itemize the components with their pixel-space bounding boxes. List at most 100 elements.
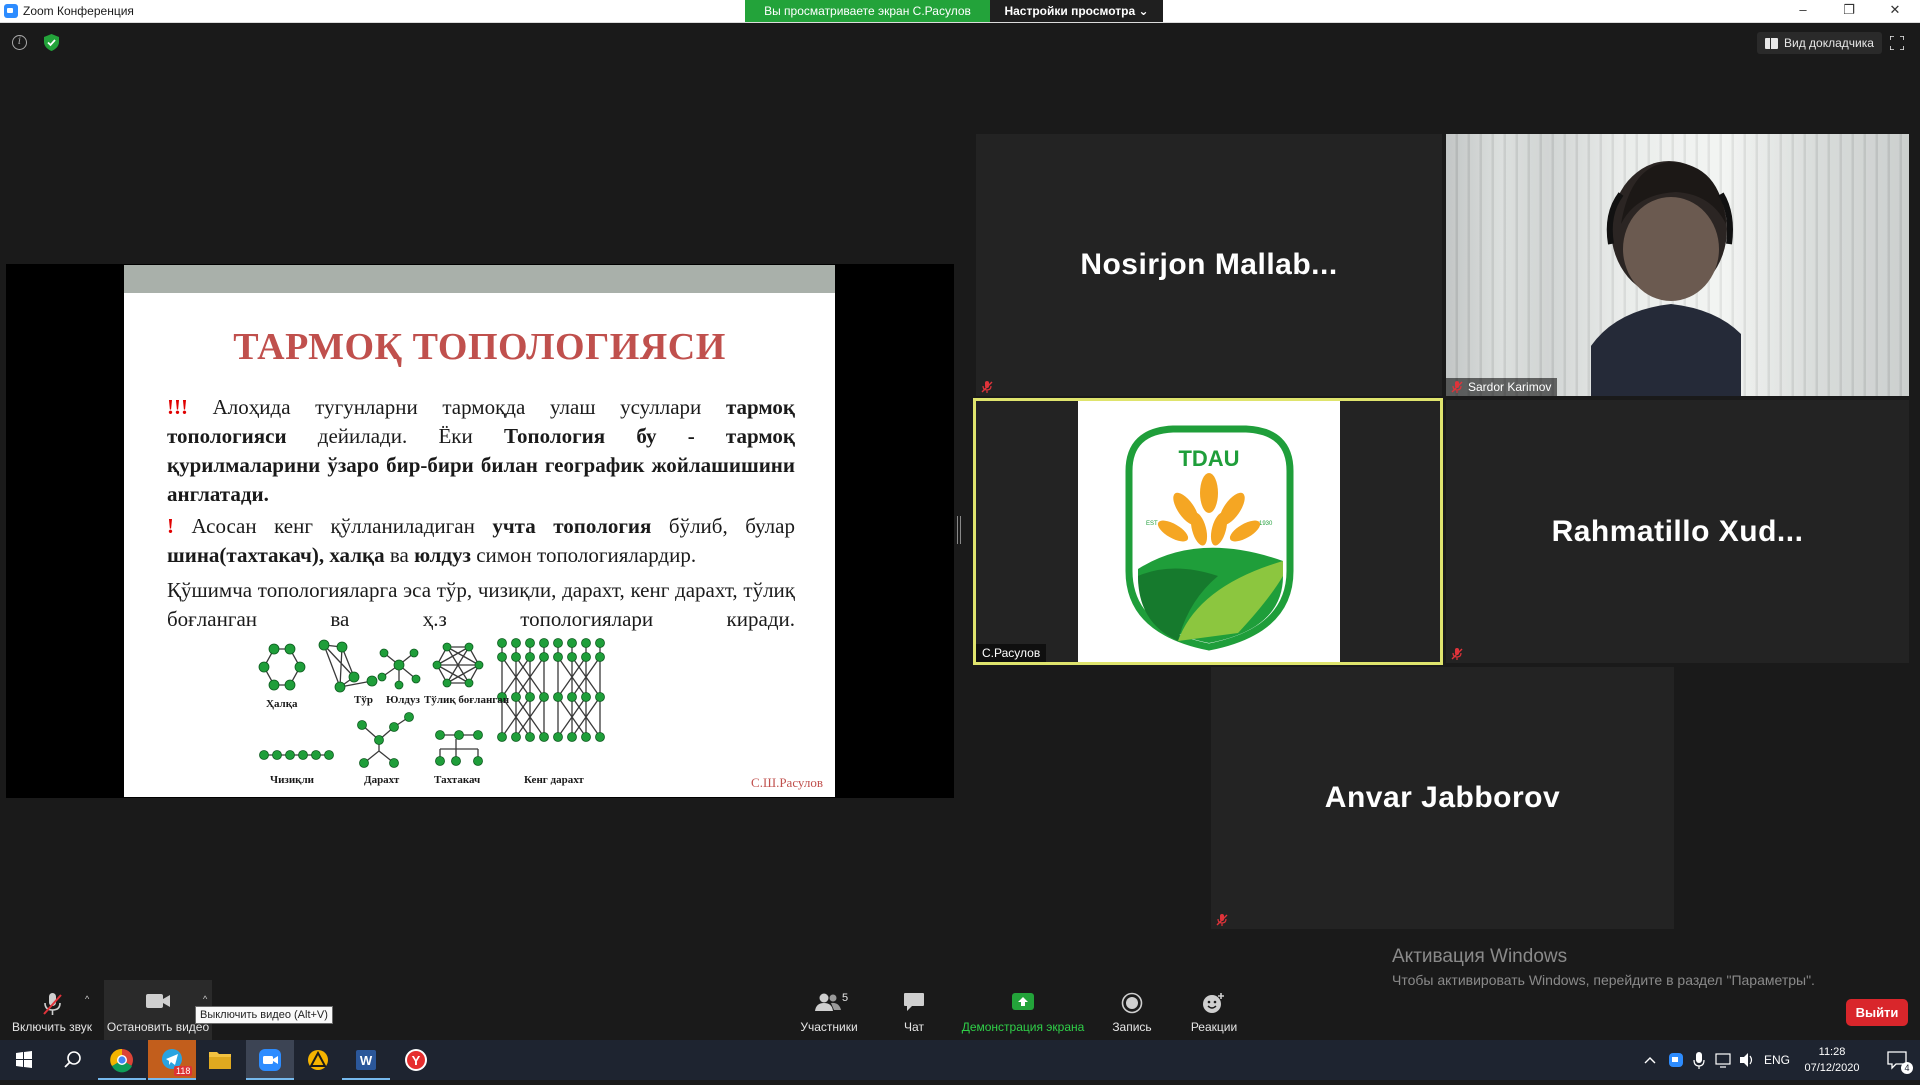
- search-button[interactable]: [48, 1040, 96, 1080]
- p1-text-b: дейилади. Ёки: [286, 424, 504, 448]
- folder-icon: [209, 1052, 231, 1069]
- muted-mic-icon: [1451, 381, 1463, 393]
- tray-clock[interactable]: 11:28 07/12/2020: [1790, 1044, 1874, 1076]
- tray-mic-icon[interactable]: [1692, 1040, 1706, 1080]
- participant-name: Anvar Jabborov: [1324, 781, 1561, 814]
- label-full: Тўлиқ боғланган: [424, 694, 510, 706]
- record-label: Запись: [1112, 1020, 1152, 1034]
- record-button[interactable]: Запись: [1106, 980, 1158, 1040]
- audio-options-caret-icon[interactable]: ^: [85, 994, 89, 1004]
- participant-name-tag: С.Расулов: [976, 644, 1047, 662]
- notifications-button[interactable]: 4: [1880, 1040, 1916, 1080]
- reactions-label: Реакции: [1190, 1020, 1238, 1034]
- chevron-down-icon: ⌄: [1138, 4, 1149, 18]
- encryption-shield-icon[interactable]: [44, 34, 59, 51]
- speaker-view-label: Вид докладчика: [1784, 36, 1874, 50]
- p2-text-a: Асосан кенг қўлланиладиган: [174, 514, 493, 538]
- notification-center-icon: [1887, 1051, 1907, 1070]
- university-logo-video: TDAU EST 1930: [1078, 401, 1340, 662]
- restore-button[interactable]: ❐: [1826, 0, 1872, 22]
- tray-network-icon[interactable]: [1714, 1040, 1732, 1080]
- taskbar-chrome[interactable]: [98, 1040, 146, 1080]
- video-tile-active-speaker[interactable]: TDAU EST 1930 С.Расулов: [973, 398, 1443, 665]
- meeting-info-icon[interactable]: i: [12, 35, 27, 50]
- participant-name: Rahmatillo Xud...: [1551, 514, 1804, 548]
- muted-mic-icon: [981, 381, 993, 393]
- tdau-logo: TDAU EST 1930: [1125, 425, 1294, 651]
- label-star: Юлдуз: [386, 694, 420, 706]
- svg-text:Y: Y: [412, 1053, 421, 1068]
- chrome-icon: [110, 1048, 133, 1073]
- telegram-badge: 118: [174, 1066, 193, 1076]
- slide-paragraph-3: Қўшимча топологияларга эса тўр, чизиқли,…: [167, 578, 795, 631]
- viewing-banner: Вы просматриваете экран С.Расулов: [745, 0, 990, 22]
- search-icon: [64, 1051, 81, 1068]
- taskbar-yandex-browser[interactable]: Y: [392, 1040, 440, 1080]
- word-icon: W: [356, 1050, 376, 1070]
- leave-meeting-button[interactable]: Выйти: [1846, 999, 1908, 1026]
- video-tile[interactable]: Sardor Karimov: [1446, 134, 1909, 396]
- windows-taskbar: 118 W Y ENG 11:28 07/12/2020 4: [0, 1040, 1920, 1080]
- windows-logo-icon: [16, 1051, 32, 1068]
- window-title-bar: Zoom Конференция Вы просматриваете экран…: [0, 0, 1920, 23]
- label-ring: Ҳалқа: [266, 698, 298, 710]
- chat-label: Чат: [904, 1020, 924, 1034]
- taskbar-file-explorer[interactable]: [196, 1040, 244, 1080]
- zoom-icon: [259, 1049, 281, 1071]
- participants-button[interactable]: 5 Участники: [796, 980, 862, 1040]
- video-options-caret-icon[interactable]: ^: [203, 994, 207, 1004]
- slide-paragraph-2: ! Асосан кенг қўлланиладиган учта тополо…: [167, 512, 795, 570]
- logo-est: EST: [1146, 521, 1158, 527]
- minimize-button[interactable]: –: [1780, 0, 1826, 22]
- slide-title: ТАРМОҚ ТОПОЛОГИЯСИ: [233, 326, 726, 368]
- video-tile[interactable]: Nosirjon Mallab...: [976, 134, 1442, 396]
- start-button[interactable]: [0, 1040, 48, 1080]
- view-settings-dropdown[interactable]: Настройки просмотра ⌄: [990, 0, 1163, 22]
- yandex-browser-icon: Y: [405, 1049, 427, 1071]
- close-button[interactable]: ✕: [1872, 0, 1918, 22]
- activation-title: Активация Windows: [1392, 946, 1568, 967]
- speaker-view-icon: [1765, 37, 1778, 49]
- video-tile[interactable]: Rahmatillo Xud...: [1446, 400, 1909, 663]
- share-screen-label: Демонстрация экрана: [961, 1020, 1085, 1034]
- unmute-button[interactable]: Включить звук: [6, 980, 98, 1040]
- label-linear: Чизиқли: [270, 774, 315, 786]
- slide-author: С.Ш.Расулов: [751, 775, 823, 790]
- muted-mic-icon: [1451, 648, 1463, 660]
- chat-button[interactable]: Чат: [892, 980, 936, 1040]
- label-mesh: Тўр: [354, 694, 373, 706]
- clock-time: 11:28: [1818, 1046, 1846, 1058]
- participant-name: Nosirjon Mallab...: [1080, 248, 1338, 281]
- label-bus: Тахтакач: [434, 774, 480, 786]
- logo-year: 1930: [1259, 521, 1273, 527]
- taskbar-word[interactable]: W: [342, 1040, 390, 1080]
- panel-splitter-handle[interactable]: [957, 516, 961, 544]
- exclamation-mark: !: [167, 514, 174, 538]
- warning-triangle-app-icon: [308, 1050, 328, 1070]
- fullscreen-icon[interactable]: [1890, 36, 1904, 50]
- window-title: Zoom Конференция: [23, 4, 134, 18]
- logo-text: TDAU: [1178, 446, 1239, 471]
- tray-volume-icon[interactable]: [1738, 1040, 1756, 1080]
- share-screen-icon: [1012, 993, 1034, 1010]
- topology-diagram: Ҳалқа Тўр Юлдуз Тўлиқ боғланган Чизиқли …: [258, 638, 605, 786]
- tray-overflow-chevron-icon[interactable]: [1642, 1040, 1658, 1080]
- participant-person-image: [1591, 161, 1741, 396]
- speaker-view-button[interactable]: Вид докладчика: [1757, 32, 1882, 54]
- reactions-button[interactable]: Реакции: [1184, 980, 1244, 1040]
- participants-label: Участники: [800, 1020, 858, 1034]
- share-screen-button[interactable]: Демонстрация экрана: [958, 980, 1088, 1040]
- presentation-slide: ТАРМОҚ ТОПОЛОГИЯСИ !!! Алоҳида тугунларн…: [124, 265, 835, 797]
- unmute-label: Включить звук: [11, 1020, 93, 1034]
- taskbar-zoom[interactable]: [246, 1040, 294, 1080]
- taskbar-app-triangle[interactable]: [294, 1040, 342, 1080]
- tray-language[interactable]: ENG: [1764, 1040, 1790, 1080]
- video-tile[interactable]: Anvar Jabborov: [1211, 667, 1674, 929]
- slide-paragraph-1: !!! Алоҳида тугунларни тармоқда улаш усу…: [167, 393, 795, 509]
- taskbar-telegram[interactable]: 118: [148, 1040, 196, 1080]
- participants-icon: [815, 993, 841, 1011]
- chat-bubble-icon: [904, 993, 924, 1011]
- participant-name: С.Расулов: [982, 646, 1041, 660]
- notification-count: 4: [1901, 1062, 1913, 1074]
- tray-zoom-icon[interactable]: [1668, 1040, 1684, 1080]
